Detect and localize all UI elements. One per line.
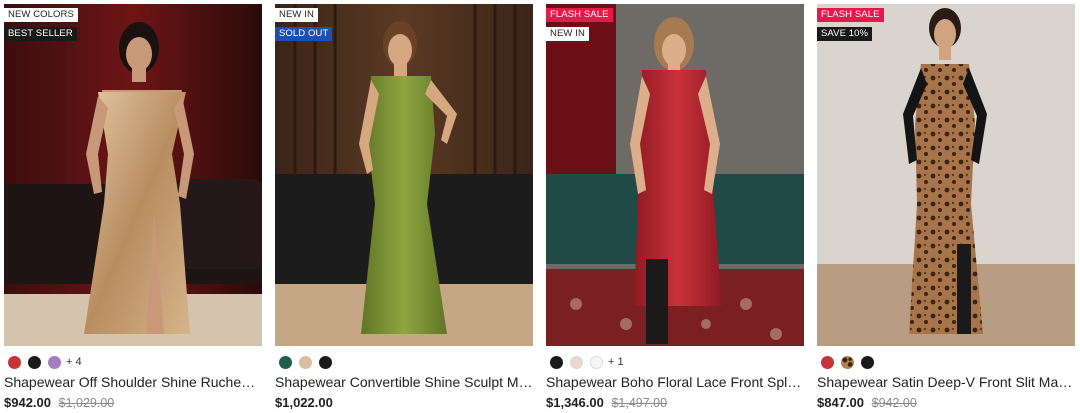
- product-card[interactable]: NEW COLORS BEST SELLER + 4 Shapewear Off…: [4, 0, 262, 413]
- more-colors-count[interactable]: + 1: [608, 356, 624, 368]
- color-swatches: [821, 354, 874, 370]
- swatch-green[interactable]: [279, 355, 292, 369]
- more-colors-count[interactable]: + 4: [66, 356, 82, 368]
- swatch-white[interactable]: [590, 355, 603, 369]
- sale-price: $1,346.00: [546, 395, 604, 410]
- badge-flash-sale: FLASH SALE: [546, 8, 613, 22]
- product-image[interactable]: [546, 4, 804, 346]
- badge-new-in: NEW IN: [275, 8, 318, 22]
- product-photo: [817, 4, 1075, 346]
- product-card[interactable]: FLASH SALE SAVE 10% Shapewear Satin Deep…: [817, 0, 1075, 413]
- price-row: $1,346.00 $1,497.00: [546, 395, 667, 411]
- swatch-red[interactable]: [8, 355, 21, 369]
- product-photo: [4, 4, 262, 346]
- swatch-blush[interactable]: [570, 355, 583, 369]
- color-swatches: + 1: [550, 354, 624, 370]
- swatch-red[interactable]: [821, 355, 834, 369]
- swatch-black[interactable]: [861, 355, 874, 369]
- badge-save-percent: SAVE 10%: [817, 27, 873, 41]
- sale-price: $1,022.00: [275, 395, 333, 410]
- product-image[interactable]: [4, 4, 262, 346]
- swatch-leopard[interactable]: [841, 355, 854, 369]
- swatch-lilac[interactable]: [48, 355, 61, 369]
- price-row: $847.00 $942.00: [817, 395, 917, 411]
- sale-price: $847.00: [817, 395, 864, 410]
- price-row: $942.00 $1,029.00: [4, 395, 114, 411]
- product-image[interactable]: [817, 4, 1075, 346]
- swatch-nude[interactable]: [299, 355, 312, 369]
- original-price: $942.00: [871, 396, 917, 410]
- swatch-black[interactable]: [28, 355, 41, 369]
- badge-new-in: NEW IN: [546, 27, 589, 41]
- product-image[interactable]: [275, 4, 533, 346]
- badge-stack: NEW IN SOLD OUT: [275, 8, 333, 41]
- product-card[interactable]: FLASH SALE NEW IN + 1 Shapewear Boho Flo…: [546, 0, 804, 413]
- sale-price: $942.00: [4, 395, 51, 410]
- product-grid: NEW COLORS BEST SELLER + 4 Shapewear Off…: [0, 0, 1080, 413]
- badge-stack: FLASH SALE SAVE 10%: [817, 8, 884, 41]
- product-photo: [275, 4, 533, 346]
- swatch-black[interactable]: [550, 355, 563, 369]
- color-swatches: [279, 354, 332, 370]
- product-title[interactable]: Shapewear Convertible Shine Sculpt Maxi …: [275, 373, 533, 391]
- swatch-black[interactable]: [319, 355, 332, 369]
- badge-flash-sale: FLASH SALE: [817, 8, 884, 22]
- badge-best-seller: BEST SELLER: [4, 27, 77, 41]
- badge-new-colors: NEW COLORS: [4, 8, 78, 22]
- product-title[interactable]: Shapewear Satin Deep-V Front Slit Maxi D…: [817, 373, 1075, 391]
- badge-stack: NEW COLORS BEST SELLER: [4, 8, 78, 41]
- product-card[interactable]: NEW IN SOLD OUT Shapewear Convertible Sh…: [275, 0, 533, 413]
- product-title[interactable]: Shapewear Off Shoulder Shine Ruched Spli…: [4, 373, 262, 391]
- badge-stack: FLASH SALE NEW IN: [546, 8, 613, 41]
- price-row: $1,022.00: [275, 395, 333, 411]
- product-title[interactable]: Shapewear Boho Floral Lace Front Split M…: [546, 373, 804, 391]
- product-photo: [546, 4, 804, 346]
- badge-sold-out: SOLD OUT: [275, 27, 333, 41]
- original-price: $1,029.00: [58, 396, 115, 410]
- color-swatches: + 4: [8, 354, 82, 370]
- original-price: $1,497.00: [611, 396, 668, 410]
